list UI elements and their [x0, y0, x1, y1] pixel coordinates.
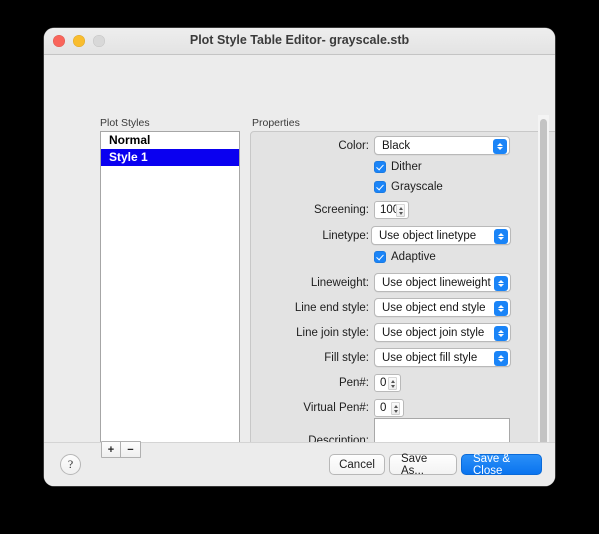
- lineweight-dropdown[interactable]: Use object lineweight: [374, 273, 511, 292]
- chevron-updown-icon[interactable]: [494, 351, 508, 366]
- line-end-style-label: Line end style:: [294, 302, 369, 314]
- line-join-style-value: Use object join style: [382, 326, 485, 339]
- dialog-vertical-scrollbar[interactable]: [538, 115, 549, 472]
- plot-styles-group-label: Plot Styles: [100, 117, 150, 129]
- help-button[interactable]: ?: [60, 454, 81, 475]
- adaptive-checkbox-row[interactable]: Adaptive: [374, 251, 436, 263]
- remove-style-button[interactable]: −: [121, 441, 141, 458]
- chevron-updown-icon[interactable]: [493, 139, 507, 154]
- fill-style-value: Use object fill style: [382, 351, 478, 364]
- grayscale-checkbox[interactable]: [374, 181, 386, 193]
- plot-style-table-editor-window: Plot Style Table Editor- grayscale.stb P…: [44, 28, 555, 486]
- linetype-label: Linetype:: [322, 230, 369, 242]
- grayscale-checkbox-row[interactable]: Grayscale: [374, 181, 443, 193]
- line-join-style-label: Line join style:: [296, 327, 369, 339]
- virtual-pen-number-value: 0: [380, 402, 387, 414]
- pen-number-value: 0: [380, 377, 387, 389]
- linetype-dropdown[interactable]: Use object linetype: [371, 226, 511, 245]
- color-label: Color:: [338, 140, 369, 152]
- dialog-content: Plot Styles Normal Style 1 + − Propertie…: [44, 55, 555, 486]
- list-edit-buttons: + −: [101, 441, 141, 458]
- save-and-close-button[interactable]: Save & Close: [461, 453, 542, 477]
- chevron-updown-icon[interactable]: [494, 326, 508, 341]
- fill-style-dropdown[interactable]: Use object fill style: [374, 348, 511, 367]
- properties-group-label: Properties: [252, 117, 300, 129]
- line-end-style-dropdown[interactable]: Use object end style: [374, 298, 511, 317]
- pen-number-stepper[interactable]: 0: [374, 374, 401, 392]
- dither-label: Dither: [391, 161, 422, 173]
- title-bar[interactable]: Plot Style Table Editor- grayscale.stb: [44, 28, 555, 55]
- chevron-updown-icon[interactable]: [494, 301, 508, 316]
- virtual-pen-number-stepper[interactable]: 0: [374, 399, 404, 417]
- fill-style-label: Fill style:: [324, 352, 369, 364]
- line-end-style-value: Use object end style: [382, 301, 486, 314]
- grayscale-label: Grayscale: [391, 181, 443, 193]
- lineweight-value: Use object lineweight: [382, 276, 491, 289]
- line-join-style-dropdown[interactable]: Use object join style: [374, 323, 511, 342]
- color-value: Black: [382, 139, 411, 152]
- color-dropdown[interactable]: Black: [374, 136, 510, 155]
- adaptive-checkbox[interactable]: [374, 251, 386, 263]
- chevron-updown-icon[interactable]: [494, 276, 508, 291]
- virtual-pen-number-label: Virtual Pen#:: [303, 402, 369, 414]
- screening-stepper[interactable]: 100: [374, 201, 409, 219]
- add-style-button[interactable]: +: [101, 441, 121, 458]
- linetype-value: Use object linetype: [379, 229, 477, 242]
- dither-checkbox-row[interactable]: Dither: [374, 161, 422, 173]
- save-as-button[interactable]: Save As...: [389, 453, 457, 477]
- window-title: Plot Style Table Editor- grayscale.stb: [189, 33, 410, 47]
- stepper-arrows-icon[interactable]: [388, 377, 397, 390]
- screening-label: Screening:: [314, 204, 369, 216]
- stepper-arrows-icon[interactable]: [391, 402, 400, 415]
- dialog-vertical-scrollbar-thumb[interactable]: [540, 119, 547, 467]
- adaptive-label: Adaptive: [391, 251, 436, 263]
- pen-number-label: Pen#:: [338, 377, 369, 389]
- plot-styles-list[interactable]: Normal Style 1: [100, 131, 240, 464]
- lineweight-label: Lineweight:: [310, 277, 369, 289]
- chevron-updown-icon[interactable]: [494, 229, 508, 244]
- stepper-arrows-icon[interactable]: [396, 204, 405, 217]
- cancel-button[interactable]: Cancel: [329, 454, 385, 475]
- dither-checkbox[interactable]: [374, 161, 386, 173]
